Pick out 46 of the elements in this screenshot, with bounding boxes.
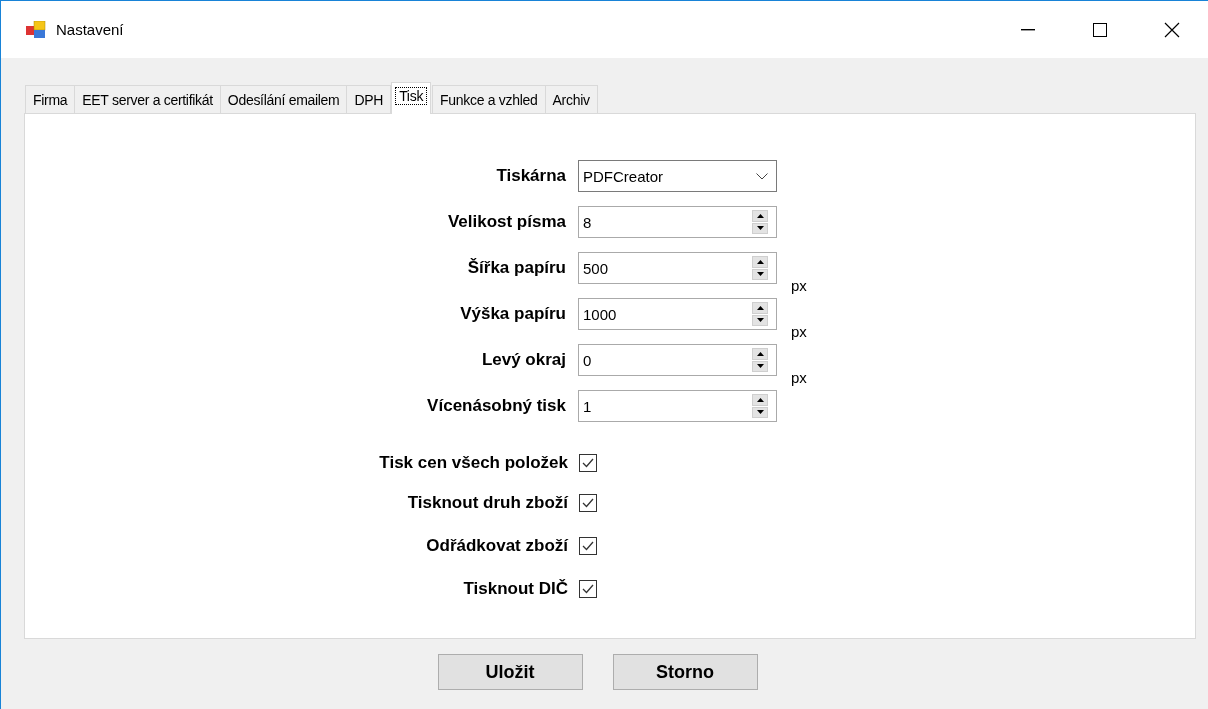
chevron-down-icon xyxy=(756,172,768,180)
field-label: Vícenásobný tisk xyxy=(427,396,566,416)
field-label: Šířka papíru xyxy=(467,258,566,278)
number-input[interactable]: 1000 xyxy=(578,298,777,330)
tab[interactable]: Archiv xyxy=(544,85,598,113)
field-label: Tiskárna xyxy=(496,166,566,186)
tab[interactable]: DPH xyxy=(346,85,392,113)
spin-down-icon[interactable] xyxy=(752,314,768,326)
spin-up-icon[interactable] xyxy=(752,210,768,222)
number-input[interactable]: 8 xyxy=(578,206,777,238)
spin-down-icon[interactable] xyxy=(752,360,768,372)
checkbox-label: Tisk cen všech položek xyxy=(379,453,568,473)
minimize-icon xyxy=(1021,28,1035,31)
field-label: Levý okraj xyxy=(481,350,566,370)
unit-label: px xyxy=(791,369,807,386)
field-label: Výška papíru xyxy=(460,304,566,324)
printer-dropdown[interactable]: PDFCreator xyxy=(578,160,777,192)
spin-up-icon[interactable] xyxy=(752,302,768,314)
unit-label: px xyxy=(791,277,807,294)
spin-down-icon[interactable] xyxy=(752,222,768,234)
checkbox[interactable] xyxy=(579,580,597,598)
checkbox-label: Tisknout DIČ xyxy=(463,579,568,599)
tab[interactable]: Funkce a vzhled xyxy=(432,85,546,113)
checkbox[interactable] xyxy=(579,454,597,472)
dialog-button[interactable]: Uložit xyxy=(437,654,583,690)
app-icon xyxy=(26,20,46,39)
close-icon xyxy=(1164,21,1180,38)
window-title: Nastavení xyxy=(56,21,125,38)
checkbox[interactable] xyxy=(579,494,597,512)
number-input[interactable]: 0 xyxy=(578,344,777,376)
spin-down-icon[interactable] xyxy=(752,406,768,418)
maximize-icon xyxy=(1093,22,1107,37)
field-label: Velikost písma xyxy=(447,212,566,232)
number-input[interactable]: 1 xyxy=(578,390,777,422)
spin-down-icon[interactable] xyxy=(752,268,768,280)
tab[interactable]: Firma xyxy=(25,85,76,113)
spin-up-icon[interactable] xyxy=(752,256,768,268)
checkbox-label: Odřádkovat zboží xyxy=(426,536,568,556)
checkbox[interactable] xyxy=(579,537,597,555)
spin-up-icon[interactable] xyxy=(752,348,768,360)
tab[interactable]: Tisk xyxy=(391,82,432,114)
dialog-button[interactable]: Storno xyxy=(612,654,758,690)
unit-label: px xyxy=(791,323,807,340)
checkbox-label: Tisknout druh zboží xyxy=(407,493,568,513)
number-input[interactable]: 500 xyxy=(578,252,777,284)
spin-up-icon[interactable] xyxy=(752,394,768,406)
